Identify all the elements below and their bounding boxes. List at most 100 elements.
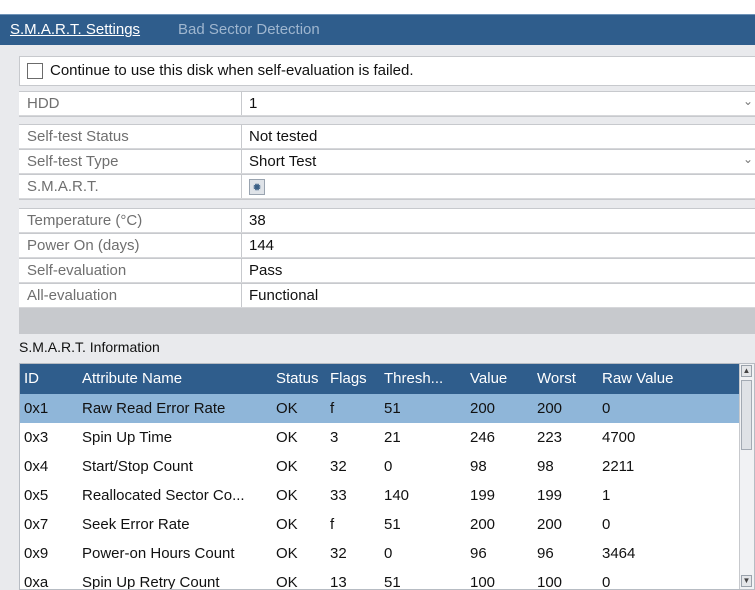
cell-worst: 96 xyxy=(537,545,554,562)
self-test-type-select[interactable]: Short Test xyxy=(249,153,316,170)
table-scrollbar[interactable]: ▲ ▼ xyxy=(739,364,754,589)
temperature-row: Temperature (°C) 38 xyxy=(19,209,755,233)
hdd-label: HDD xyxy=(27,95,60,112)
divider xyxy=(241,125,242,148)
self-test-type-row: Self-test Type Short Test ⌄ xyxy=(19,150,755,174)
cell-id: 0x1 xyxy=(24,400,49,417)
cell-flags: 3 xyxy=(330,429,339,446)
cell-attribute-name: Start/Stop Count xyxy=(82,458,193,475)
divider xyxy=(241,92,242,115)
table-row[interactable]: 0x5 Reallocated Sector Co... OK 33 140 199 199… xyxy=(20,481,742,510)
self-evaluation-value: Pass xyxy=(249,262,283,279)
cell-worst: 199 xyxy=(537,487,563,504)
cell-attribute-name: Spin Up Retry Count xyxy=(82,574,220,590)
cell-worst: 100 xyxy=(537,574,563,590)
cell-flags: 13 xyxy=(330,574,347,590)
cell-threshold: 51 xyxy=(384,516,401,533)
cell-id: 0x7 xyxy=(24,516,49,533)
table-row[interactable]: 0x7 Seek Error Rate OK f 51 200 200 0 xyxy=(20,510,742,539)
cell-flags: 33 xyxy=(330,487,347,504)
cell-attribute-name: Reallocated Sector Co... xyxy=(82,487,245,504)
all-evaluation-label: All-evaluation xyxy=(27,287,118,304)
table-header: ID Attribute Name Status Flags Thresh...… xyxy=(20,364,742,394)
divider xyxy=(241,209,242,232)
cell-value: 98 xyxy=(470,458,487,475)
col-header-value[interactable]: Value xyxy=(470,370,507,387)
divider xyxy=(241,150,242,173)
cell-value: 246 xyxy=(470,429,496,446)
smart-information-title: S.M.A.R.T. Information xyxy=(19,339,160,355)
chevron-down-icon[interactable]: ⌄ xyxy=(743,94,753,108)
continue-checkbox-label: Continue to use this disk when self-eval… xyxy=(50,62,414,79)
cell-raw-value: 0 xyxy=(602,516,611,533)
temperature-value: 38 xyxy=(249,212,266,229)
temperature-label: Temperature (°C) xyxy=(27,212,143,229)
cell-worst: 200 xyxy=(537,400,563,417)
cell-status: OK xyxy=(276,516,298,533)
cell-flags: f xyxy=(330,400,335,417)
table-row[interactable]: 0x1 Raw Read Error Rate OK f 51 200 200 0 xyxy=(20,394,742,423)
tab-smart-settings[interactable]: S.M.A.R.T. Settings xyxy=(10,21,140,38)
cell-flags: f xyxy=(330,516,335,533)
col-header-worst[interactable]: Worst xyxy=(537,370,576,387)
cell-value: 199 xyxy=(470,487,496,504)
cell-threshold: 51 xyxy=(384,400,401,417)
col-header-id[interactable]: ID xyxy=(24,370,39,387)
cell-id: 0x9 xyxy=(24,545,49,562)
power-on-row: Power On (days) 144 xyxy=(19,234,755,258)
cell-attribute-name: Spin Up Time xyxy=(82,429,173,446)
cell-id: 0xa xyxy=(24,574,49,590)
cell-flags: 32 xyxy=(330,545,347,562)
cell-threshold: 21 xyxy=(384,429,401,446)
cell-worst: 223 xyxy=(537,429,563,446)
cell-status: OK xyxy=(276,429,298,446)
chevron-down-icon[interactable]: ⌄ xyxy=(743,152,753,166)
self-test-status-label: Self-test Status xyxy=(27,128,129,145)
table-row[interactable]: 0x3 Spin Up Time OK 3 21 246 223 4700 xyxy=(20,423,742,452)
hdd-select[interactable]: 1 xyxy=(249,95,257,112)
all-evaluation-row: All-evaluation Functional xyxy=(19,284,755,308)
smart-label: S.M.A.R.T. xyxy=(27,178,99,195)
cell-raw-value: 0 xyxy=(602,574,611,590)
cell-status: OK xyxy=(276,458,298,475)
cell-raw-value: 1 xyxy=(602,487,611,504)
cell-raw-value: 4700 xyxy=(602,429,636,446)
continue-checkbox[interactable] xyxy=(27,63,43,79)
cell-status: OK xyxy=(276,545,298,562)
tab-bad-sector-detection[interactable]: Bad Sector Detection xyxy=(178,21,320,38)
hdd-row: HDD 1 ⌄ xyxy=(19,92,755,116)
continue-option-row: Continue to use this disk when self-eval… xyxy=(19,56,755,86)
cell-raw-value: 0 xyxy=(602,400,611,417)
table-row[interactable]: 0x4 Start/Stop Count OK 32 0 98 98 2211 xyxy=(20,452,742,481)
cell-raw-value: 2211 xyxy=(602,458,635,475)
power-on-label: Power On (days) xyxy=(27,237,140,254)
cell-worst: 98 xyxy=(537,458,554,475)
divider xyxy=(241,284,242,307)
cell-flags: 32 xyxy=(330,458,347,475)
cell-status: OK xyxy=(276,574,298,590)
table-row[interactable]: 0xa Spin Up Retry Count OK 13 51 100 100 0 xyxy=(20,568,742,590)
divider xyxy=(241,175,242,198)
col-header-threshold[interactable]: Thresh... xyxy=(384,370,443,387)
col-header-flags[interactable]: Flags xyxy=(330,370,367,387)
col-header-attribute-name[interactable]: Attribute Name xyxy=(82,370,182,387)
cell-id: 0x5 xyxy=(24,487,49,504)
scrollbar-thumb[interactable] xyxy=(741,380,752,450)
cell-attribute-name: Raw Read Error Rate xyxy=(82,400,226,417)
col-header-status[interactable]: Status xyxy=(276,370,319,387)
smart-info-table: ID Attribute Name Status Flags Thresh...… xyxy=(19,363,755,590)
col-header-raw-value[interactable]: Raw Value xyxy=(602,370,673,387)
cell-value: 200 xyxy=(470,516,496,533)
smart-row: S.M.A.R.T. ✹ xyxy=(19,175,755,199)
scroll-down-icon[interactable]: ▼ xyxy=(741,575,752,587)
gear-icon[interactable]: ✹ xyxy=(249,179,265,195)
table-row[interactable]: 0x9 Power-on Hours Count OK 32 0 96 96 3464 xyxy=(20,539,742,568)
self-evaluation-label: Self-evaluation xyxy=(27,262,127,279)
cell-value: 100 xyxy=(470,574,496,590)
cell-threshold: 140 xyxy=(384,487,410,504)
cell-threshold: 0 xyxy=(384,458,393,475)
cell-attribute-name: Power-on Hours Count xyxy=(82,545,235,562)
scroll-up-icon[interactable]: ▲ xyxy=(741,365,752,377)
divider xyxy=(241,259,242,282)
all-evaluation-value: Functional xyxy=(249,287,319,304)
